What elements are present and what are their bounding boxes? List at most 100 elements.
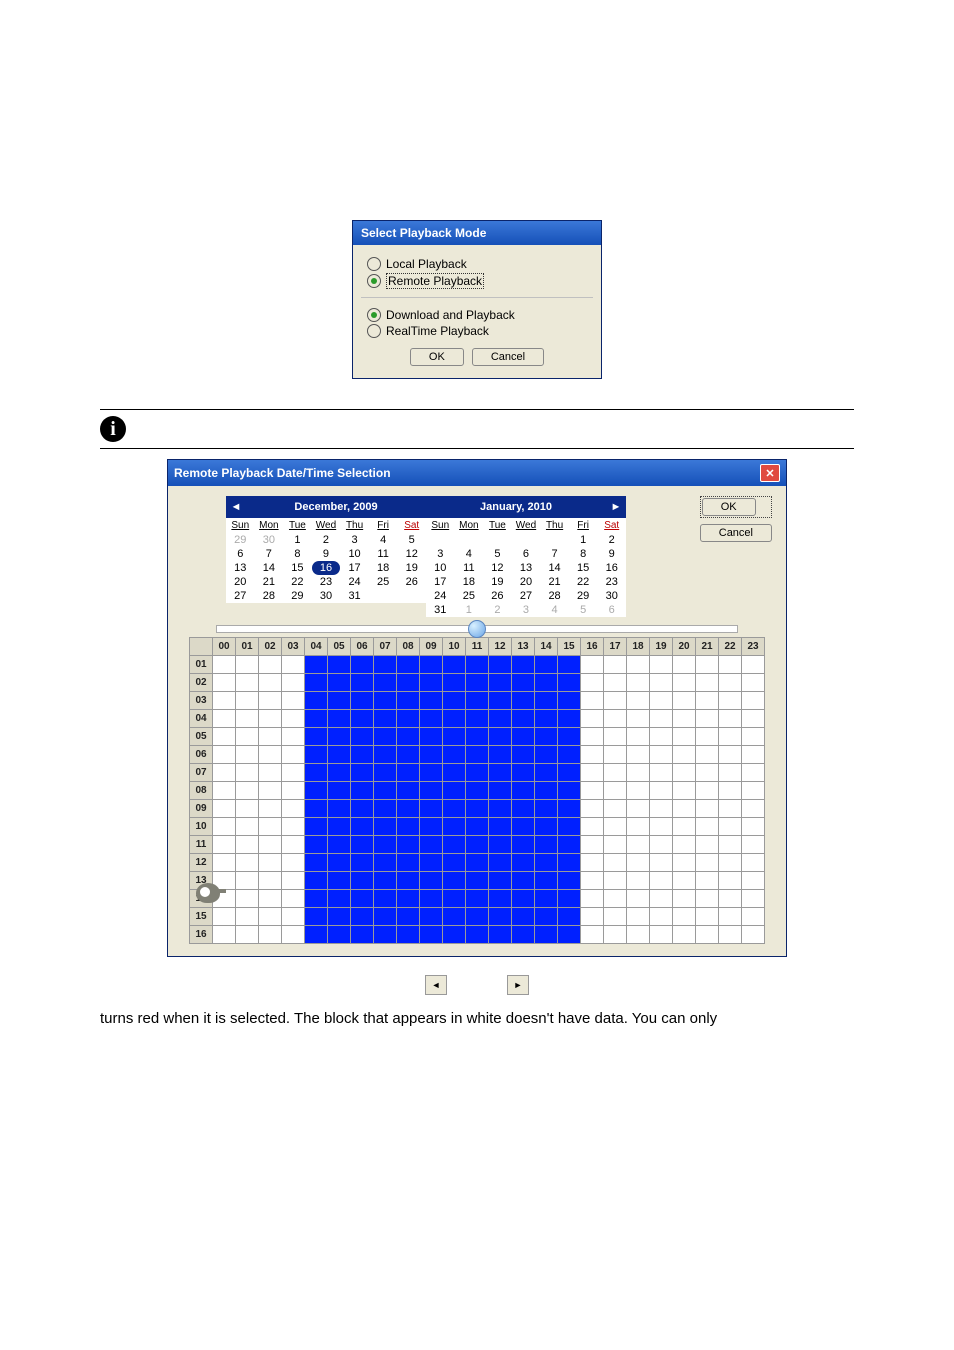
grid-cell[interactable]	[535, 908, 558, 926]
grid-cell[interactable]	[696, 728, 719, 746]
calendar-day[interactable]: 10	[340, 547, 369, 561]
grid-cell[interactable]	[420, 890, 443, 908]
grid-cell[interactable]	[627, 836, 650, 854]
calendar-day[interactable]: 2	[312, 533, 341, 547]
grid-cell[interactable]	[443, 818, 466, 836]
grid-cell[interactable]	[466, 836, 489, 854]
grid-cell[interactable]	[305, 764, 328, 782]
calendar-day[interactable]: 9	[312, 547, 341, 561]
grid-cell[interactable]	[673, 908, 696, 926]
grid-cell[interactable]	[696, 656, 719, 674]
grid-cell[interactable]	[328, 674, 351, 692]
calendar-day[interactable]: 15	[569, 561, 598, 575]
grid-cell[interactable]	[489, 872, 512, 890]
grid-cell[interactable]	[512, 800, 535, 818]
grid-cell[interactable]	[305, 692, 328, 710]
grid-cell[interactable]	[489, 890, 512, 908]
calendar-day[interactable]: 26	[397, 575, 426, 589]
grid-cell[interactable]	[282, 764, 305, 782]
grid-cell[interactable]	[259, 872, 282, 890]
grid-cell[interactable]	[627, 818, 650, 836]
grid-cell[interactable]	[420, 854, 443, 872]
grid-cell[interactable]	[443, 908, 466, 926]
grid-cell[interactable]	[305, 674, 328, 692]
calendar-day[interactable]: 25	[455, 589, 484, 603]
grid-cell[interactable]	[512, 656, 535, 674]
grid-cell[interactable]	[259, 710, 282, 728]
grid-cell[interactable]	[305, 818, 328, 836]
grid-cell[interactable]	[650, 908, 673, 926]
grid-cell[interactable]	[650, 728, 673, 746]
grid-cell[interactable]	[213, 854, 236, 872]
grid-cell[interactable]	[213, 818, 236, 836]
grid-cell[interactable]	[650, 746, 673, 764]
grid-cell[interactable]	[236, 890, 259, 908]
grid-cell[interactable]	[374, 674, 397, 692]
grid-cell[interactable]	[489, 746, 512, 764]
grid-cell[interactable]	[719, 656, 742, 674]
grid-cell[interactable]	[236, 908, 259, 926]
grid-cell[interactable]	[374, 890, 397, 908]
grid-cell[interactable]	[282, 656, 305, 674]
grid-cell[interactable]	[305, 656, 328, 674]
grid-cell[interactable]	[535, 656, 558, 674]
grid-cell[interactable]	[512, 728, 535, 746]
calendar-day[interactable]: 7	[255, 547, 284, 561]
grid-cell[interactable]	[512, 764, 535, 782]
grid-cell[interactable]	[282, 872, 305, 890]
grid-cell[interactable]	[719, 710, 742, 728]
calendar-day[interactable]: 28	[255, 589, 284, 603]
grid-cell[interactable]	[581, 926, 604, 944]
grid-cell[interactable]	[489, 782, 512, 800]
grid-cell[interactable]	[489, 854, 512, 872]
grid-cell[interactable]	[328, 764, 351, 782]
grid-cell[interactable]	[213, 764, 236, 782]
grid-cell[interactable]	[305, 710, 328, 728]
grid-cell[interactable]	[351, 656, 374, 674]
calendar-day[interactable]: 31	[426, 603, 455, 617]
grid-cell[interactable]	[328, 872, 351, 890]
calendar-day[interactable]: 29	[569, 589, 598, 603]
grid-cell[interactable]	[650, 926, 673, 944]
grid-cell[interactable]	[558, 656, 581, 674]
calendar-day[interactable]: 5	[569, 603, 598, 617]
grid-cell[interactable]	[581, 710, 604, 728]
grid-cell[interactable]	[650, 854, 673, 872]
grid-cell[interactable]	[742, 854, 765, 872]
calendar-day[interactable]: 23	[597, 575, 626, 589]
grid-cell[interactable]	[466, 818, 489, 836]
grid-cell[interactable]	[558, 836, 581, 854]
grid-cell[interactable]	[236, 692, 259, 710]
grid-cell[interactable]	[604, 692, 627, 710]
grid-cell[interactable]	[397, 674, 420, 692]
grid-cell[interactable]	[420, 800, 443, 818]
grid-cell[interactable]	[673, 782, 696, 800]
grid-cell[interactable]	[259, 836, 282, 854]
grid-cell[interactable]	[282, 692, 305, 710]
calendar-day[interactable]: 31	[340, 589, 369, 603]
grid-cell[interactable]	[443, 926, 466, 944]
grid-cell[interactable]	[305, 836, 328, 854]
grid-cell[interactable]	[351, 764, 374, 782]
grid-cell[interactable]	[535, 854, 558, 872]
grid-cell[interactable]	[443, 692, 466, 710]
grid-cell[interactable]	[328, 800, 351, 818]
grid-cell[interactable]	[673, 746, 696, 764]
calendar-day[interactable]: 7	[540, 547, 569, 561]
grid-cell[interactable]	[512, 854, 535, 872]
calendar-day[interactable]: 14	[540, 561, 569, 575]
grid-cell[interactable]	[466, 854, 489, 872]
grid-cell[interactable]	[489, 710, 512, 728]
grid-cell[interactable]	[328, 908, 351, 926]
calendar-day[interactable]: 24	[340, 575, 369, 589]
grid-cell[interactable]	[489, 764, 512, 782]
calendar-day[interactable]: 17	[426, 575, 455, 589]
calendar-day[interactable]: 2	[597, 533, 626, 547]
grid-cell[interactable]	[397, 836, 420, 854]
grid-cell[interactable]	[535, 782, 558, 800]
grid-cell[interactable]	[236, 728, 259, 746]
grid-cell[interactable]	[466, 890, 489, 908]
grid-cell[interactable]	[351, 692, 374, 710]
grid-cell[interactable]	[213, 926, 236, 944]
grid-cell[interactable]	[650, 800, 673, 818]
